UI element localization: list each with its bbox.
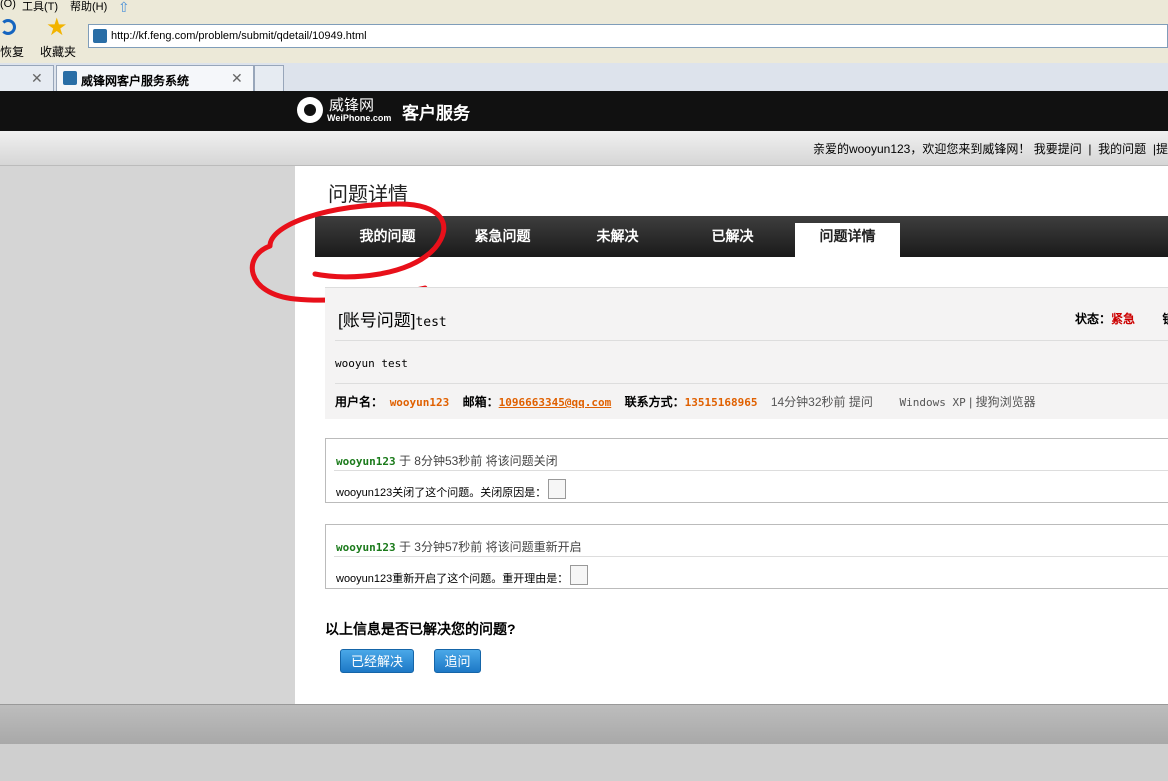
status-value: 紧急 xyxy=(1111,312,1136,326)
my-questions-link[interactable]: 我的问题 xyxy=(1098,142,1146,156)
browser-tab-2[interactable]: 威锋网客户服务系统 ✕ xyxy=(56,65,254,91)
tab-favicon-icon xyxy=(63,71,77,85)
star-icon[interactable]: ★ xyxy=(46,16,68,40)
divider xyxy=(335,340,1168,341)
tab-solved[interactable]: 已解决 xyxy=(680,216,785,257)
customer-service-title: 客户服务 xyxy=(402,104,470,123)
divider xyxy=(335,383,1168,384)
status-badge: 状态：紧急 锁 xyxy=(1075,310,1168,327)
more-link[interactable]: 提 xyxy=(1156,142,1168,156)
contact-label: 联系方式： xyxy=(624,395,685,409)
logo-cn-text: 威锋网 xyxy=(329,97,375,114)
ask-question-link[interactable]: 我要提问 xyxy=(1034,142,1082,156)
comment-action: 于 8分钟53秒前 将该问题关闭 xyxy=(398,454,558,468)
comment-user[interactable]: wooyun123 xyxy=(336,455,396,468)
os-info: Windows XP xyxy=(899,396,966,409)
restore-icon[interactable] xyxy=(0,19,16,35)
comment-item: wooyun123 于 8分钟53秒前 将该问题关闭 wooyun123关闭了这… xyxy=(325,438,1168,503)
comment-text: wooyun123关闭了这个问题。关闭原因是： xyxy=(336,487,547,499)
tab-unsolved[interactable]: 未解决 xyxy=(565,216,670,257)
broken-image-icon xyxy=(570,565,589,585)
user-value: wooyun123 xyxy=(389,396,450,409)
question-title: [账号问题]test xyxy=(338,306,447,331)
comment-header: wooyun123 于 3分钟57秒前 将该问题重新开启 xyxy=(336,538,582,555)
welcome-bar: 亲爱的wooyun123，欢迎您来到威锋网！ 我要提问 | 我的问题 |提 xyxy=(0,131,1168,166)
close-tab-icon[interactable]: ✕ xyxy=(31,70,43,87)
separator: | xyxy=(969,395,973,409)
restore-label[interactable]: 恢复 xyxy=(0,43,24,60)
email-label: 邮箱： xyxy=(462,395,499,409)
tab-question-detail[interactable]: 问题详情 xyxy=(795,223,900,257)
comment-user[interactable]: wooyun123 xyxy=(336,541,396,554)
address-bar[interactable]: http://kf.feng.com/problem/submit/qdetai… xyxy=(88,24,1168,48)
separator: | xyxy=(1088,142,1092,156)
comment-text: wooyun123重新开启了这个问题。重开理由是： xyxy=(336,573,569,585)
menu-item-o[interactable]: (O) xyxy=(0,0,16,10)
question-category: [账号问题] xyxy=(338,311,416,330)
site-favicon-icon xyxy=(93,29,107,43)
menu-item-help[interactable]: 帮助(H) xyxy=(70,0,107,14)
comment-body: wooyun123重新开启了这个问题。重开理由是： xyxy=(336,565,589,586)
footer-bar xyxy=(0,704,1168,745)
menu-item-tools[interactable]: 工具(T) xyxy=(22,0,58,14)
tab-urgent[interactable]: 紧急问题 xyxy=(450,216,555,257)
comment-action: 于 3分钟57秒前 将该问题重新开启 xyxy=(398,540,582,554)
browser-tab-1[interactable]: ✕ xyxy=(0,65,54,91)
divider xyxy=(334,556,1168,557)
feedback-question: 以上信息是否已解决您的问题? xyxy=(325,621,516,637)
footer-bottom xyxy=(0,744,1168,781)
divider xyxy=(334,470,1168,471)
close-tab-icon[interactable]: ✕ xyxy=(231,70,243,87)
weiphone-logo-icon xyxy=(297,97,323,123)
favorites-label[interactable]: 收藏夹 xyxy=(40,43,76,60)
question-meta: 用户名： wooyun123 邮箱：1096663345@qq.com 联系方式… xyxy=(335,393,1036,410)
comment-body: wooyun123关闭了这个问题。关闭原因是： xyxy=(336,479,567,500)
comment-item: wooyun123 于 3分钟57秒前 将该问题重新开启 wooyun123重新… xyxy=(325,524,1168,589)
asked-time: 14分钟32秒前 提问 xyxy=(770,395,873,409)
status-more: 锁 xyxy=(1162,312,1168,326)
greeting: 亲爱的wooyun123，欢迎您来到威锋网！ xyxy=(812,142,1031,156)
tab-bar: ✕ 威锋网客户服务系统 ✕ xyxy=(0,63,1168,92)
address-url[interactable]: http://kf.feng.com/problem/submit/qdetai… xyxy=(111,30,367,42)
browser-info: 搜狗浏览器 xyxy=(975,395,1036,409)
user-label: 用户名： xyxy=(335,395,384,409)
question-body: wooyun test xyxy=(335,357,408,370)
followup-button[interactable]: 追问 xyxy=(434,649,481,673)
welcome-text: 亲爱的wooyun123，欢迎您来到威锋网！ 我要提问 | 我的问题 |提 xyxy=(813,140,1168,157)
question-subject: test xyxy=(415,315,447,330)
comment-header: wooyun123 于 8分钟53秒前 将该问题关闭 xyxy=(336,452,558,469)
logo-en-text: WeiPhone.com xyxy=(327,113,392,123)
site-header xyxy=(0,91,1168,131)
email-link[interactable]: 1096663345@qq.com xyxy=(499,396,612,409)
broken-image-icon xyxy=(548,479,567,499)
status-label: 状态： xyxy=(1075,312,1112,326)
up-icon[interactable]: ⇧ xyxy=(118,0,130,16)
browser-tab-title: 威锋网客户服务系统 xyxy=(81,74,190,88)
resolved-button[interactable]: 已经解决 xyxy=(340,649,414,673)
contact-value: 13515168965 xyxy=(684,396,758,409)
new-tab-button[interactable] xyxy=(254,65,284,91)
browser-menubar: (O) 工具(T) 帮助(H) xyxy=(0,0,1168,13)
